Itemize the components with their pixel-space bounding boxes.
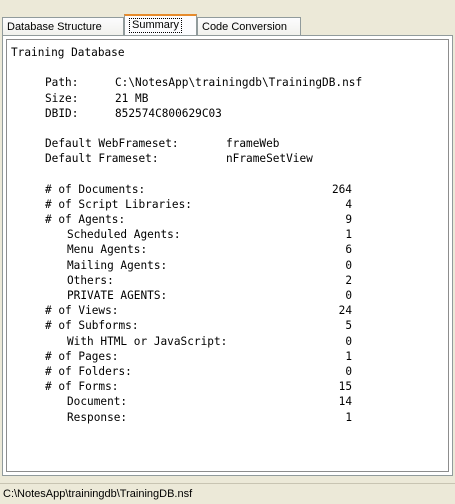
stat-row: # of Script Libraries: 4 bbox=[11, 197, 448, 212]
stat-row: With HTML or JavaScript: 0 bbox=[11, 334, 448, 349]
dbid-label: DBID: bbox=[45, 106, 79, 120]
stat-row: Mailing Agents: 0 bbox=[11, 258, 448, 273]
stat-label: # of Subforms: bbox=[45, 319, 139, 333]
stat-value: 2 bbox=[345, 273, 352, 287]
stat-row: Others: 2 bbox=[11, 273, 448, 288]
stat-value: 24 bbox=[338, 304, 352, 318]
stat-label: # of Forms: bbox=[45, 380, 119, 394]
stat-row: # of Folders: 0 bbox=[11, 364, 448, 379]
summary-panel: Training Database Path: C:\NotesApp\train… bbox=[2, 35, 453, 476]
stat-row: # of Documents: 264 bbox=[11, 182, 448, 197]
stat-value: 1 bbox=[345, 228, 352, 242]
dbid-value: 852574C800629C03 bbox=[115, 106, 222, 120]
stat-value: 4 bbox=[345, 197, 352, 211]
stat-label: Response: bbox=[67, 410, 128, 424]
tab-summary[interactable]: Summary bbox=[124, 14, 197, 35]
tab-label: Code Conversion bbox=[202, 21, 287, 33]
stat-row: # of Pages: 1 bbox=[11, 349, 448, 364]
tab-bar: Database Structure Summary Code Conversi… bbox=[2, 14, 442, 36]
stat-row: Menu Agents: 6 bbox=[11, 242, 448, 257]
summary-report: Training Database Path: C:\NotesApp\train… bbox=[7, 40, 448, 425]
status-bar: C:\NotesApp\trainingdb\TrainingDB.nsf bbox=[0, 483, 455, 503]
summary-text-area[interactable]: Training Database Path: C:\NotesApp\train… bbox=[6, 39, 449, 472]
stats-list: # of Documents: 264 # of Script Libraries:… bbox=[11, 182, 448, 425]
tab-label: Summary bbox=[129, 18, 183, 33]
database-title: Training Database bbox=[11, 46, 125, 59]
webframeset-label: Default WebFrameset: bbox=[45, 137, 179, 151]
stat-value: 0 bbox=[345, 364, 352, 378]
default-webframeset-row: Default WebFrameset: frameWeb bbox=[11, 136, 448, 151]
stat-value: 0 bbox=[345, 334, 352, 348]
status-path: C:\NotesApp\trainingdb\TrainingDB.nsf bbox=[3, 488, 193, 500]
stat-row: # of Views: 24 bbox=[11, 303, 448, 318]
stat-label: Others: bbox=[67, 273, 114, 287]
stat-label: # of Pages: bbox=[45, 349, 119, 363]
stat-value: 6 bbox=[345, 243, 352, 257]
stat-label: Menu Agents: bbox=[67, 243, 148, 257]
stat-value: 14 bbox=[338, 395, 352, 409]
path-row: Path: C:\NotesApp\trainingdb\TrainingDB.n… bbox=[11, 75, 448, 90]
stat-row: Document: 14 bbox=[11, 394, 448, 409]
stat-row: # of Subforms: 5 bbox=[11, 318, 448, 333]
stat-value: 9 bbox=[345, 213, 352, 227]
path-value: C:\NotesApp\trainingdb\TrainingDB.nsf bbox=[115, 76, 363, 90]
stat-row: # of Agents: 9 bbox=[11, 212, 448, 227]
stat-label: # of Agents: bbox=[45, 213, 126, 227]
size-label: Size: bbox=[45, 91, 79, 105]
stat-value: 264 bbox=[331, 182, 352, 196]
stat-label: Scheduled Agents: bbox=[67, 228, 181, 242]
stat-value: 0 bbox=[345, 258, 352, 272]
stat-value: 0 bbox=[345, 289, 352, 302]
stat-row: # of Forms: 15 bbox=[11, 379, 448, 394]
stat-label: PRIVATE AGENTS: bbox=[67, 289, 168, 302]
stat-label: With HTML or JavaScript: bbox=[67, 334, 228, 348]
stat-row: Response: 1 bbox=[11, 410, 448, 425]
stat-value: 1 bbox=[345, 349, 352, 363]
stat-label: Mailing Agents: bbox=[67, 258, 168, 272]
stat-label: # of Script Libraries: bbox=[45, 197, 192, 211]
stat-value: 5 bbox=[345, 319, 352, 333]
tab-label: Database Structure bbox=[7, 21, 102, 33]
dbid-row: DBID: 852574C800629C03 bbox=[11, 106, 448, 121]
tab-database-structure[interactable]: Database Structure bbox=[2, 17, 124, 35]
stat-label: Document: bbox=[67, 395, 128, 409]
stat-label: # of Views: bbox=[45, 304, 119, 318]
stat-label: # of Folders: bbox=[45, 364, 132, 378]
stat-value: 15 bbox=[338, 380, 352, 394]
summary-window: Database Structure Summary Code Conversi… bbox=[0, 0, 455, 503]
stat-row: Scheduled Agents: 1 bbox=[11, 227, 448, 242]
stat-label: # of Documents: bbox=[45, 182, 146, 196]
tab-code-conversion[interactable]: Code Conversion bbox=[197, 17, 301, 35]
stat-value: 1 bbox=[345, 410, 352, 424]
webframeset-value: frameWeb bbox=[226, 137, 280, 151]
size-row: Size: 21 MB bbox=[11, 91, 448, 106]
frameset-label: Default Frameset: bbox=[45, 152, 159, 166]
size-value: 21 MB bbox=[115, 91, 149, 105]
path-label: Path: bbox=[45, 76, 79, 90]
default-frameset-row: Default Frameset: nFrameSetView bbox=[11, 151, 448, 166]
frameset-value: nFrameSetView bbox=[226, 152, 313, 166]
stat-row: PRIVATE AGENTS: 0 bbox=[11, 288, 448, 303]
